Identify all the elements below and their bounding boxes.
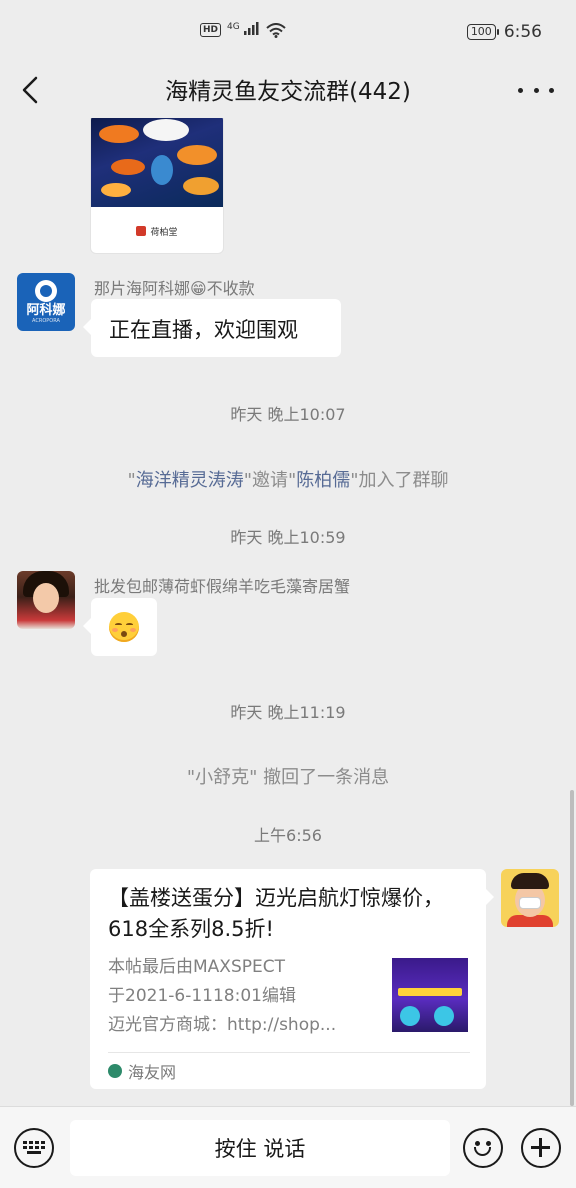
sender-name: 那片海阿科娜😁不收款 <box>94 279 255 298</box>
fish-shape <box>99 125 139 143</box>
hd-badge: HD <box>200 23 222 37</box>
thumbnail-banner <box>398 988 462 996</box>
fish-shape <box>151 155 173 185</box>
sleepy-face-emoji-icon <box>109 612 139 642</box>
message-timestamp: 昨天 晚上10:59 <box>230 528 346 547</box>
link-divider <box>108 1052 470 1053</box>
invitee-name-link[interactable]: 陈柏儒 <box>296 470 350 491</box>
fish-shape <box>111 159 145 175</box>
link-source: 海友网 <box>108 1059 176 1083</box>
emoji-eye <box>126 623 133 626</box>
link-source-name: 海友网 <box>128 1063 177 1082</box>
image-caption-text: 荷柏堂 <box>150 227 178 238</box>
hold-to-talk-button[interactable]: 按住 说话 <box>70 1120 450 1176</box>
battery-icon: 100 <box>466 24 499 40</box>
smiley-icon-eye <box>486 1141 491 1146</box>
more-dot-icon <box>549 87 554 93</box>
chat-header: 海精灵鱼友交流群(442) <box>0 62 576 118</box>
system-recall-message: "小舒克" 撤回了一条消息 <box>186 767 390 788</box>
link-thumbnail <box>392 958 468 1032</box>
sender-avatar[interactable] <box>17 571 75 629</box>
fish-shape <box>143 119 189 141</box>
emoji-blush <box>112 628 118 632</box>
emoji-blush <box>130 628 136 632</box>
signal-icon <box>243 22 259 35</box>
link-desc-line: 于2021-6-1118:01编辑 <box>108 986 296 1006</box>
emoji-mouth <box>121 631 127 637</box>
avatar-face <box>33 583 59 613</box>
status-indicators: HD 4G <box>200 22 286 38</box>
image-caption: 荷柏堂 <box>91 207 223 253</box>
system-text: "邀请" <box>243 470 297 491</box>
sender-name: 批发包邮薄荷虾假绵羊吃毛藻寄居蟹 <box>94 577 351 596</box>
inviter-name-link[interactable]: 海洋精灵涛涛 <box>136 470 244 491</box>
avatar-brand-text: 阿科娜 <box>26 302 66 318</box>
emoji-message-bubble[interactable] <box>83 598 157 656</box>
emoji-button[interactable] <box>463 1128 503 1168</box>
avatar-hair <box>511 873 549 889</box>
status-time: 6:56 <box>503 22 542 42</box>
avatar-mask <box>519 897 541 909</box>
source-logo-icon <box>108 1064 122 1078</box>
chat-message-list[interactable]: 荷柏堂 阿科娜 ACROPORA 那片海阿科娜😁不收款 正在直播，欢迎围观 昨天… <box>0 118 576 1106</box>
message-timestamp: 昨天 晚上10:07 <box>230 405 346 424</box>
message-timestamp: 昨天 晚上11:19 <box>230 703 346 722</box>
link-share-card[interactable]: 【盖楼送蛋分】迈光启航灯惊爆价，618全系列8.5折! 本帖最后由MAXSPEC… <box>90 869 494 1089</box>
status-bar: HD 4G 100 6:56 <box>0 0 576 62</box>
thumbnail-product <box>400 1006 420 1026</box>
link-desc-line: 迈光官方商城：http://shop... <box>108 1015 337 1035</box>
smiley-icon <box>474 1147 491 1156</box>
status-right: 100 6:56 <box>466 22 542 42</box>
more-options-button[interactable] <box>518 72 554 108</box>
more-functions-plus-button[interactable] <box>521 1128 561 1168</box>
link-desc-line: 本帖最后由MAXSPECT <box>108 957 285 977</box>
link-description: 本帖最后由MAXSPECT 于2021-6-1118:01编辑 迈光官方商城：h… <box>108 953 370 1040</box>
wifi-icon <box>265 22 286 38</box>
message-timestamp: 上午6:56 <box>254 826 322 845</box>
system-text: "加入了群聊 <box>350 470 449 491</box>
keyboard-icon <box>23 1141 45 1155</box>
text-message-bubble[interactable]: 正在直播，欢迎围观 <box>83 299 341 357</box>
more-dot-icon <box>533 87 539 93</box>
input-bar: 按住 说话 <box>0 1106 576 1188</box>
chat-scrollbar[interactable] <box>570 790 574 1106</box>
thumbnail-product <box>434 1006 454 1026</box>
link-title: 【盖楼送蛋分】迈光启航灯惊爆价，618全系列8.5折! <box>108 886 444 941</box>
more-dot-icon <box>518 87 523 93</box>
network-label: 4G <box>227 22 240 32</box>
sender-avatar[interactable]: 阿科娜 ACROPORA <box>17 273 75 331</box>
fish-shape <box>101 183 131 197</box>
message-text: 正在直播，欢迎围观 <box>109 318 298 342</box>
my-avatar[interactable] <box>501 869 559 927</box>
network-indicator: 4G <box>227 22 260 38</box>
chat-title: 海精灵鱼友交流群(442) <box>165 79 411 105</box>
fish-shape <box>177 145 217 165</box>
acropora-logo-icon <box>35 279 57 302</box>
image-message[interactable]: 荷柏堂 <box>90 118 224 254</box>
quote-mark: " <box>127 470 136 491</box>
smiley-icon-eye <box>475 1141 480 1146</box>
brand-logo-icon <box>136 226 147 236</box>
emoji-eye <box>115 623 122 626</box>
keyboard-toggle-button[interactable] <box>14 1128 54 1168</box>
aquarium-photo <box>91 118 223 207</box>
system-invite-message: "海洋精灵涛涛"邀请"陈柏儒"加入了群聊 <box>0 466 576 492</box>
fish-shape <box>183 177 219 195</box>
avatar-brand-subtext: ACROPORA <box>32 317 60 324</box>
